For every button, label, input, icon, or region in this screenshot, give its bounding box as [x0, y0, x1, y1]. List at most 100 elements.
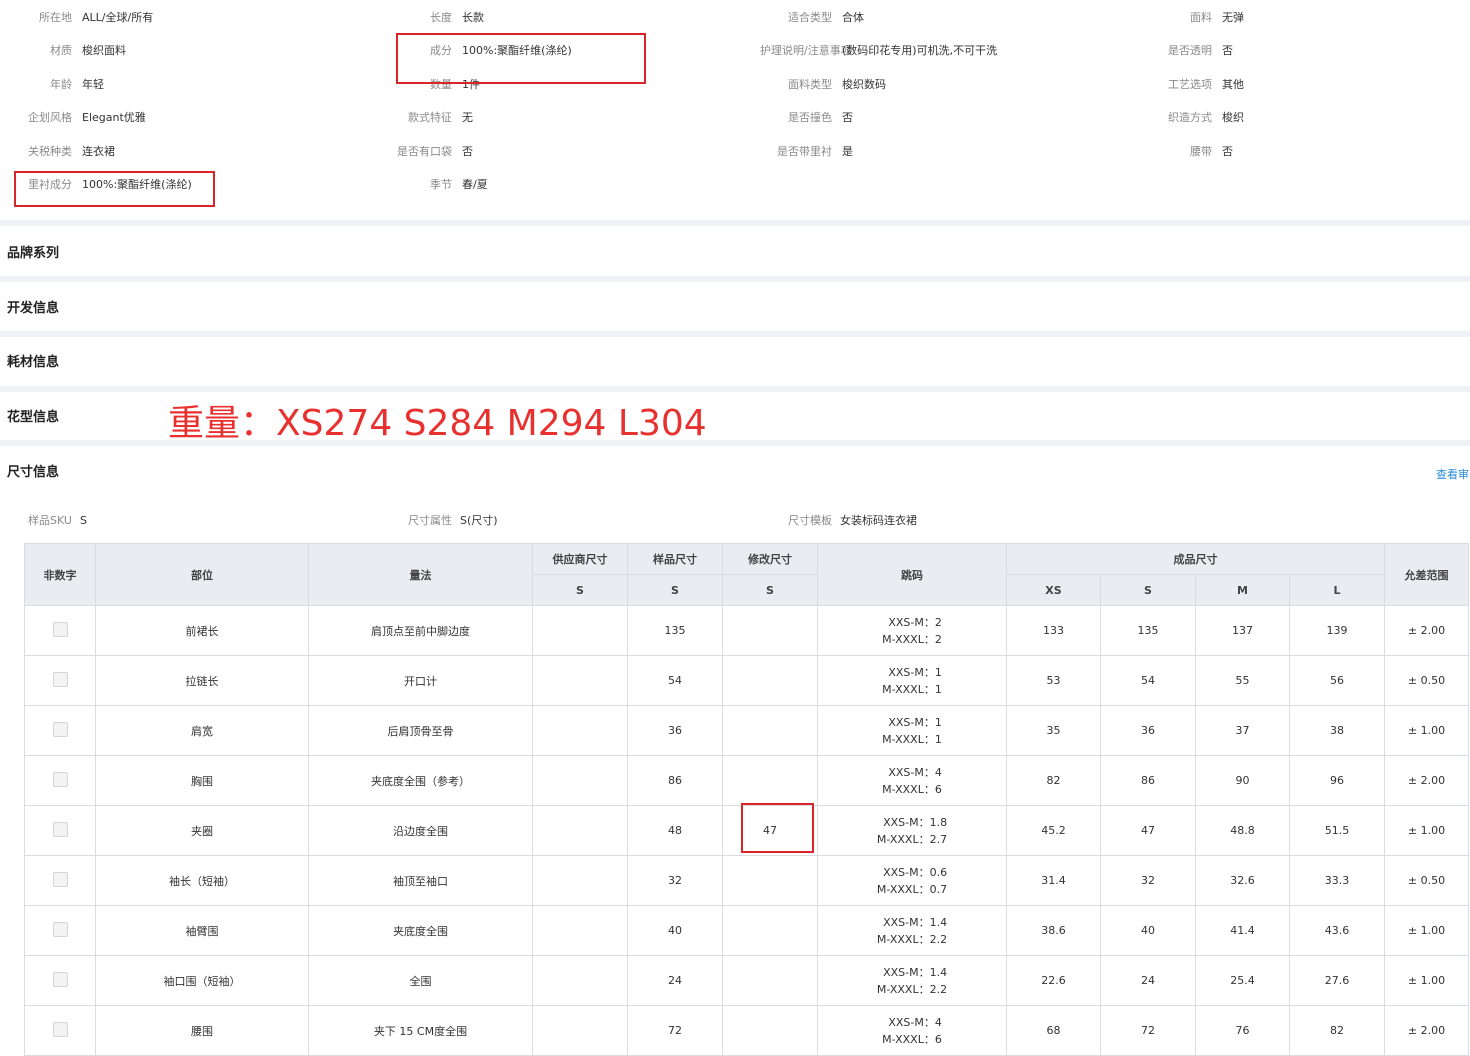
non-numeric-cell — [24, 805, 96, 856]
table-row: 袖口围（短袖） 全围 24 XXS-M：1.4 M-XXXL：2.2 22.6 24 25.4… — [24, 955, 1469, 1006]
highlight-composition — [396, 33, 646, 84]
modified-cell[interactable] — [722, 855, 818, 906]
attribute-item: 腰带否 — [1140, 143, 1470, 161]
jump-m-xxxl: M-XXXL：2 — [882, 632, 942, 646]
section-development-info[interactable]: 开发信息 — [7, 299, 59, 319]
supplier-cell — [532, 905, 628, 956]
size-m-cell: 32.6 — [1195, 855, 1290, 906]
modified-cell[interactable] — [722, 1005, 818, 1056]
jump-values: XXS-M：4 M-XXXL：6 — [882, 764, 942, 798]
size-xs-cell: 22.6 — [1006, 955, 1101, 1006]
size-l-cell: 38 — [1289, 705, 1385, 756]
header-size-xs: XS — [1006, 574, 1101, 606]
attribute-item: 年龄 年轻 — [0, 76, 380, 94]
attribute-label: 织造方式 — [1168, 111, 1212, 124]
table-row: 前裙长 肩顶点至前中脚边度 135 XXS-M：2 M-XXXL：2 133 135 137 1… — [24, 605, 1469, 656]
jump-values: XXS-M：1.4 M-XXXL：2.2 — [877, 914, 947, 948]
attribute-item: 长度 长款 — [380, 9, 760, 27]
tolerance-cell: ± 1.00 — [1384, 905, 1469, 956]
jump-m-xxxl: M-XXXL：0.7 — [876, 882, 948, 896]
non-numeric-cell — [24, 1005, 96, 1056]
modified-cell[interactable] — [722, 955, 818, 1006]
size-s-cell: 32 — [1100, 855, 1196, 906]
jump-xxs-m: XXS-M：1 — [888, 715, 942, 729]
jump-cell: XXS-M：2 M-XXXL：2 — [817, 605, 1007, 656]
header-jump: 跳码 — [817, 543, 1007, 606]
attribute-label: 是否透明 — [1168, 44, 1212, 57]
non-numeric-checkbox[interactable] — [52, 771, 68, 787]
jump-values: XXS-M：1.4 M-XXXL：2.2 — [877, 964, 947, 998]
non-numeric-checkbox[interactable] — [52, 921, 68, 937]
attribute-label: 季节 — [430, 178, 452, 191]
size-l-cell: 33.3 — [1289, 855, 1385, 906]
non-numeric-checkbox[interactable] — [52, 621, 68, 637]
section-brand-series[interactable]: 品牌系列 — [7, 244, 59, 264]
size-xs-cell: 53 — [1006, 655, 1101, 706]
method-cell: 全围 — [308, 955, 533, 1006]
size-l-cell: 51.5 — [1289, 805, 1385, 856]
attribute-item: 材质 梭织面料 — [0, 42, 380, 60]
non-numeric-checkbox[interactable] — [52, 1021, 68, 1037]
attribute-item: 关税种类 连衣裙 — [0, 143, 380, 161]
section-material-info[interactable]: 耗材信息 — [7, 353, 59, 373]
jump-cell: XXS-M：0.6 M-XXXL：0.7 — [817, 855, 1007, 906]
jump-m-xxxl: M-XXXL：2.2 — [876, 932, 948, 946]
size-m-cell: 41.4 — [1195, 905, 1290, 956]
part-cell: 腰围 — [95, 1005, 309, 1056]
size-xs-cell: 35 — [1006, 705, 1101, 756]
non-numeric-checkbox[interactable] — [52, 971, 68, 987]
tolerance-cell: ± 1.00 — [1384, 955, 1469, 1006]
attribute-label: 是否有口袋 — [397, 145, 452, 158]
jump-m-xxxl: M-XXXL：1 — [882, 682, 942, 696]
jump-xxs-m: XXS-M：1.8 — [883, 815, 948, 829]
modified-cell[interactable] — [722, 755, 818, 806]
size-l-cell: 82 — [1289, 1005, 1385, 1056]
non-numeric-checkbox[interactable] — [52, 871, 68, 887]
section-pattern-info[interactable]: 花型信息 — [7, 408, 59, 428]
jump-values: XXS-M：2 M-XXXL：2 — [882, 614, 942, 648]
non-numeric-checkbox[interactable] — [52, 671, 68, 687]
tolerance-cell: ± 2.00 — [1384, 755, 1469, 806]
non-numeric-cell — [24, 905, 96, 956]
jump-xxs-m: XXS-M：4 — [888, 765, 942, 779]
jump-xxs-m: XXS-M：1 — [888, 665, 942, 679]
non-numeric-checkbox[interactable] — [52, 721, 68, 737]
table-row: 胸围 夹底度全围（参考） 86 XXS-M：4 M-XXXL：6 82 86 90 96 ± 2.… — [24, 755, 1469, 806]
attribute-item: 适合类型 合体 — [760, 9, 1140, 27]
modified-cell[interactable] — [722, 605, 818, 656]
non-numeric-checkbox[interactable] — [52, 821, 68, 837]
attribute-label: 年龄 — [50, 78, 72, 91]
sample-cell: 135 — [627, 605, 723, 656]
attribute-item: 所在地 ALL/全球/所有 — [0, 9, 380, 27]
section-divider — [0, 220, 1470, 226]
section-size-info[interactable]: 尺寸信息 — [7, 463, 59, 483]
view-review-link[interactable]: 查看审 — [1436, 466, 1470, 482]
jump-values: XXS-M：0.6 M-XXXL：0.7 — [877, 864, 947, 898]
attribute-value: 梭织面料 — [82, 44, 126, 57]
jump-values: XXS-M：1.8 M-XXXL：2.7 — [877, 814, 947, 848]
supplier-cell — [532, 655, 628, 706]
size-attribute: 尺寸属性 S(尺寸) — [408, 512, 498, 530]
sample-sku-label: 样品SKU — [28, 514, 72, 527]
header-size-l: L — [1289, 574, 1385, 606]
method-cell: 袖顶至袖口 — [308, 855, 533, 906]
jump-cell: XXS-M：1 M-XXXL：1 — [817, 655, 1007, 706]
jump-m-xxxl: M-XXXL：6 — [882, 1032, 942, 1046]
modified-cell[interactable] — [722, 705, 818, 756]
header-sample-s: S — [627, 574, 723, 606]
modified-cell[interactable] — [722, 905, 818, 956]
header-modified-s: S — [722, 574, 818, 606]
attribute-value: 合体 — [842, 11, 864, 24]
jump-m-xxxl: M-XXXL：6 — [882, 782, 942, 796]
method-cell: 后肩顶骨至骨 — [308, 705, 533, 756]
modified-cell[interactable] — [722, 655, 818, 706]
size-l-cell: 27.6 — [1289, 955, 1385, 1006]
size-xs-cell: 45.2 — [1006, 805, 1101, 856]
non-numeric-cell — [24, 755, 96, 806]
attribute-item: 是否带里衬是 — [760, 143, 1140, 161]
part-cell: 胸围 — [95, 755, 309, 806]
size-s-cell: 86 — [1100, 755, 1196, 806]
sample-cell: 72 — [627, 1005, 723, 1056]
attribute-value: 梭织数码 — [842, 78, 886, 91]
header-tolerance: 允差范围 — [1384, 543, 1469, 606]
